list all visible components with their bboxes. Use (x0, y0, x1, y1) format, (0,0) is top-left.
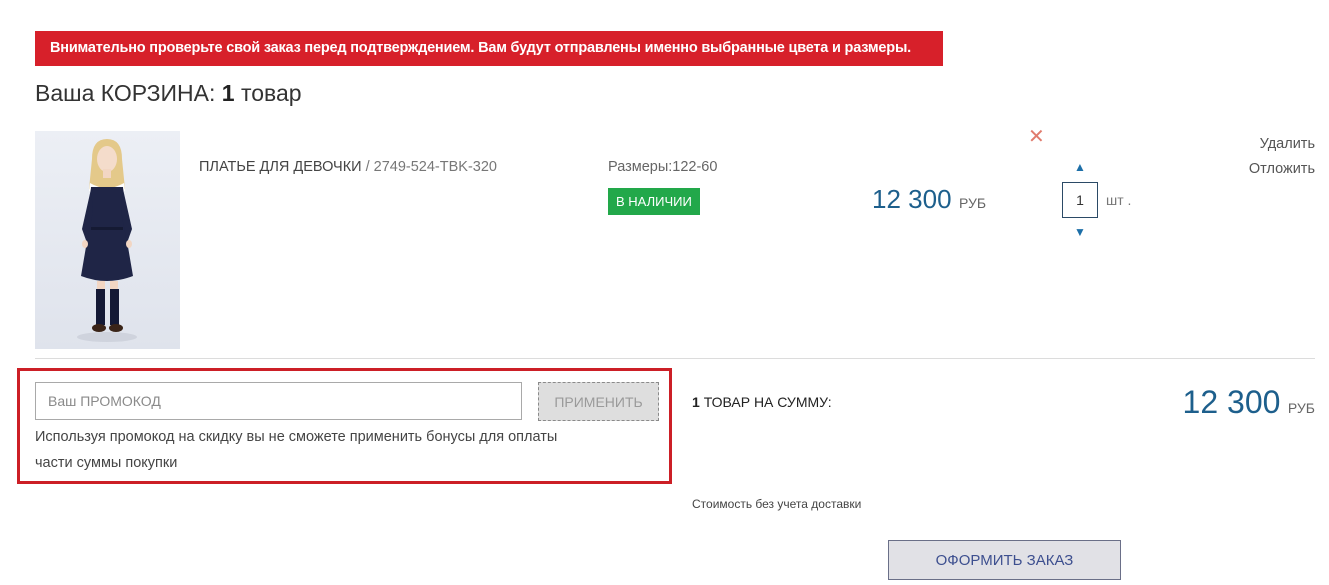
cart-title: Ваша КОРЗИНА: 1 товар (35, 80, 302, 107)
quantity-increase-arrow-icon[interactable]: ▲ (1074, 161, 1086, 173)
delivery-cost-note: Стоимость без учета доставки (692, 497, 862, 511)
save-for-later-link[interactable]: Отложить (1249, 161, 1315, 177)
cart-count-suffix: товар (240, 80, 302, 106)
item-price-currency: РУБ (958, 195, 987, 211)
product-sku-separator: / (365, 159, 370, 175)
cart-item-count: 1 (221, 80, 235, 106)
order-total-price: 12 300 РУБ (1183, 384, 1315, 421)
product-sku: 2749-524-TBK-320 (373, 159, 497, 175)
product-name[interactable]: ПЛАТЬЕ ДЛЯ ДЕВОЧКИ (199, 159, 362, 175)
item-price: 12 300 РУБ (872, 184, 986, 215)
quantity-unit: шт . (1106, 192, 1132, 208)
order-item-count: 1 (692, 394, 700, 410)
quantity-input[interactable] (1062, 182, 1098, 218)
product-title[interactable]: ПЛАТЬЕ ДЛЯ ДЕВОЧКИ / 2749-524-TBK-320 (199, 159, 497, 175)
order-total-amount: 12 300 (1182, 384, 1281, 420)
checkout-button[interactable]: ОФОРМИТЬ ЗАКАЗ (888, 540, 1121, 580)
order-total-currency: РУБ (1287, 400, 1315, 416)
stock-status-badge: В НАЛИЧИИ (608, 188, 700, 215)
item-price-amount: 12 300 (872, 184, 952, 214)
product-sizes: Размеры:122-60 (608, 159, 718, 175)
order-total-label: 1 ТОВАР НА СУММУ: (692, 394, 832, 410)
cart-divider (35, 358, 1315, 359)
girl-dress-photo (35, 131, 180, 349)
promo-code-note: Используя промокод на скидку вы не сможе… (35, 429, 558, 471)
order-total-label-text: ТОВАР НА СУММУ: (703, 394, 832, 410)
close-icon[interactable]: ✕ (1028, 127, 1045, 147)
apply-promo-button[interactable]: ПРИМЕНИТЬ (538, 382, 659, 421)
delete-item-link[interactable]: Удалить (1260, 136, 1315, 152)
quantity-decrease-arrow-icon[interactable]: ▼ (1074, 226, 1086, 238)
cart-title-prefix: Ваша КОРЗИНА: (35, 80, 216, 106)
promo-code-input[interactable] (35, 382, 522, 420)
product-image[interactable] (35, 131, 180, 349)
checkout-warning-banner: Внимательно проверьте свой заказ перед п… (35, 31, 943, 66)
